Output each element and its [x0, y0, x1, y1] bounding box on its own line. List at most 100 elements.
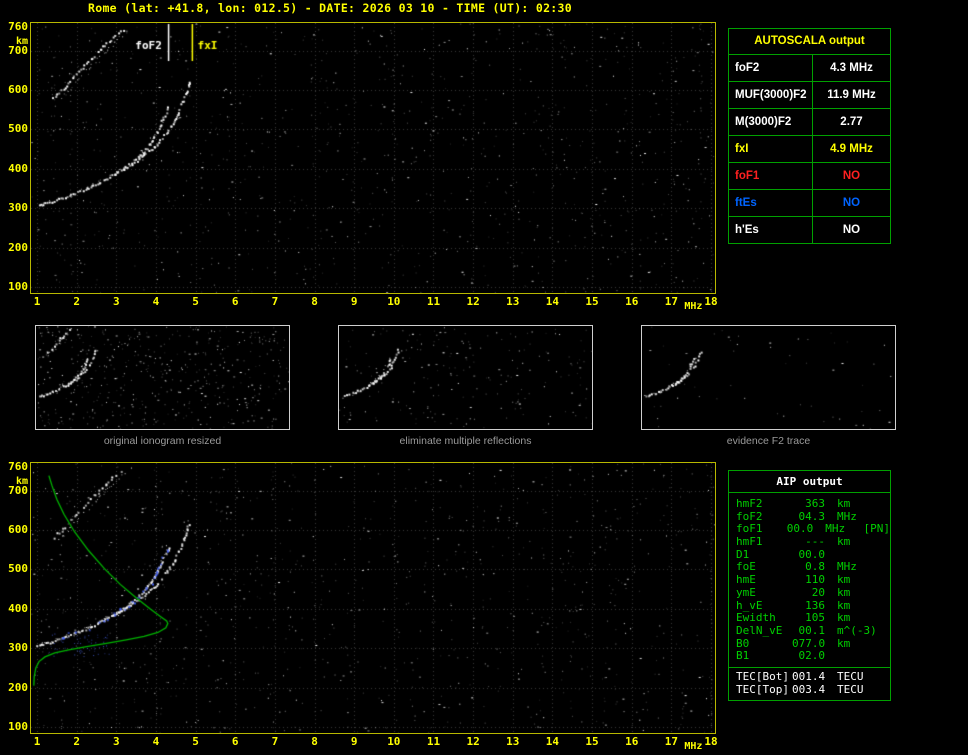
x-tick-label: 9	[350, 295, 358, 308]
x-tick-label: 2	[73, 735, 80, 748]
autoscala-param-label: ftEs	[729, 190, 813, 216]
x-tick-label: 7	[271, 735, 279, 748]
aip-param-value: ---	[805, 535, 825, 549]
x-tick-label: 11	[426, 735, 441, 748]
y-tick-label: 300	[8, 641, 28, 655]
x-tick-label: 10	[387, 735, 401, 748]
autoscala-param-value: 11.9 MHz	[827, 89, 876, 101]
autoscala-param-value: 4.9 MHz	[830, 143, 873, 155]
y-tick-label: 100	[8, 720, 28, 733]
aip-row: TEC[Bot] 001.4 TECU	[736, 669, 890, 684]
autoscala-param-value: NO	[842, 170, 861, 182]
autoscala-param-value: NO	[842, 224, 861, 236]
aip-param-label: Ewidth	[736, 611, 776, 625]
autoscala-row: foF1 NO	[729, 163, 890, 190]
x-tick-label: 17	[664, 295, 678, 308]
x-tick-label: 3	[112, 735, 120, 748]
aip-tec-rows: TEC[Bot] 001.4 TECU TEC[Top] 003.4 TECU	[729, 668, 890, 697]
aip-param-label: hmE	[736, 573, 756, 587]
x-axis-unit-label: MHz	[684, 741, 703, 752]
x-tick-label: 14	[545, 295, 560, 308]
x-tick-label: 6	[231, 295, 239, 308]
x-tick-label: 9	[350, 735, 358, 748]
x-tick-label: 4	[152, 295, 160, 308]
autoscala-param-label: M(3000)F2	[729, 109, 813, 135]
aip-param-unit: km	[837, 611, 851, 625]
x-tick-label: 2	[73, 295, 80, 308]
x-tick-label: 15	[585, 735, 599, 748]
autoscala-row: M(3000)F2 2.77	[729, 109, 890, 136]
y-tick-label: 400	[8, 601, 28, 615]
x-tick-label: 5	[192, 295, 199, 308]
aip-param-value: 363	[805, 497, 825, 510]
aip-param-label: DelN_vE	[736, 623, 783, 637]
aip-param-value: 20	[811, 585, 825, 599]
aip-param-value: 001.4	[792, 669, 826, 683]
thumbnail-evidence-canvas	[642, 326, 895, 429]
aip-param-unit: km	[837, 535, 851, 549]
aip-param-label: TEC[Bot]	[736, 669, 789, 683]
x-tick-label: 18	[704, 735, 718, 748]
x-tick-label: 17	[664, 735, 678, 748]
y-tick-label: 760	[8, 20, 28, 33]
autoscala-param-value: 4.3 MHz	[830, 62, 873, 74]
autoscala-rows: foF2 4.3 MHz MUF(3000)F2 11.9 MHz M(3000)F2 2…	[729, 55, 890, 243]
x-tick-label: 4	[152, 735, 160, 748]
aip-param-unit: m^(-3)	[837, 623, 877, 637]
aip-param-label: B1	[736, 649, 750, 663]
app-window: Rome (lat: +41.8, lon: 012.5) - DATE: 20…	[0, 0, 968, 755]
y-tick-label: 500	[8, 562, 28, 576]
x-tick-label: 18	[704, 295, 718, 308]
aip-row: DelN_vE 00.1 m^(-3)	[736, 623, 890, 638]
x-tick-label: 11	[426, 295, 441, 308]
thumbnail-caption-original: original ionogram resized	[103, 435, 222, 447]
y-tick-label: 200	[8, 680, 28, 694]
y-tick-label: 600	[8, 83, 28, 97]
thumbnail-caption-eliminate: eliminate multiple reflections	[399, 435, 532, 447]
y-axis-unit-label: km	[15, 476, 28, 487]
autoscala-param-label: MUF(3000)F2	[729, 82, 813, 108]
autoscala-title: AUTOSCALA output	[729, 29, 890, 55]
aip-param-unit: km	[837, 585, 851, 599]
x-tick-label: 8	[311, 295, 318, 308]
aip-param-unit	[837, 650, 881, 663]
aip-param-unit: km	[837, 573, 851, 587]
aip-param-unit: km	[837, 636, 851, 650]
x-tick-label: 13	[506, 735, 520, 748]
y-tick-label: 600	[8, 523, 28, 537]
aip-title: AIP output	[729, 471, 890, 493]
ionogram-main-plot	[30, 22, 716, 294]
x-tick-label: 13	[506, 295, 520, 308]
aip-param-value: 00.1	[798, 623, 826, 637]
y-tick-label: 700	[8, 43, 28, 57]
aip-rows: hmF2 363 km foF2 04.3 MHz foF1 00.0 MHz [PN] hmF1-…	[729, 493, 890, 667]
autoscala-row: foF2 4.3 MHz	[729, 55, 890, 82]
aip-table: AIP output hmF2 363 km foF2 04.3 MHz foF1 00.0 M…	[728, 470, 891, 702]
aip-param-unit: km	[837, 497, 851, 510]
thumbnail-evidence-f2	[641, 325, 896, 430]
x-tick-label: 16	[625, 295, 639, 308]
autoscala-row: MUF(3000)F2 11.9 MHz	[729, 82, 890, 109]
page-title: Rome (lat: +41.8, lon: 012.5) - DATE: 20…	[88, 1, 572, 15]
x-tick-label: 7	[271, 295, 279, 308]
autoscala-row: ftEs NO	[729, 190, 890, 217]
aip-param-label: hmF1	[736, 535, 763, 549]
autoscala-param-label: fxI	[729, 136, 813, 162]
autoscala-row: fxI 4.9 MHz	[729, 136, 890, 163]
x-tick-label: 14	[545, 735, 560, 748]
ionogram-main-canvas	[31, 23, 715, 293]
x-tick-label: 10	[387, 295, 401, 308]
aip-param-unit: TECU	[837, 669, 864, 683]
aip-param-extra: [PN]	[863, 522, 890, 536]
y-tick-label: 400	[8, 161, 28, 175]
x-tick-label: 16	[625, 735, 639, 748]
y-tick-label: 700	[8, 483, 28, 497]
aip-row: hmE 110 km	[736, 573, 890, 587]
aip-param-value: 105	[805, 611, 825, 625]
autoscala-param-label: foF2	[729, 55, 813, 81]
ionogram-profile-plot	[30, 462, 716, 734]
x-tick-label: 6	[231, 735, 239, 748]
x-tick-label: 12	[466, 295, 480, 308]
x-tick-label: 5	[192, 735, 199, 748]
autoscala-row: h'Es NO	[729, 217, 890, 243]
